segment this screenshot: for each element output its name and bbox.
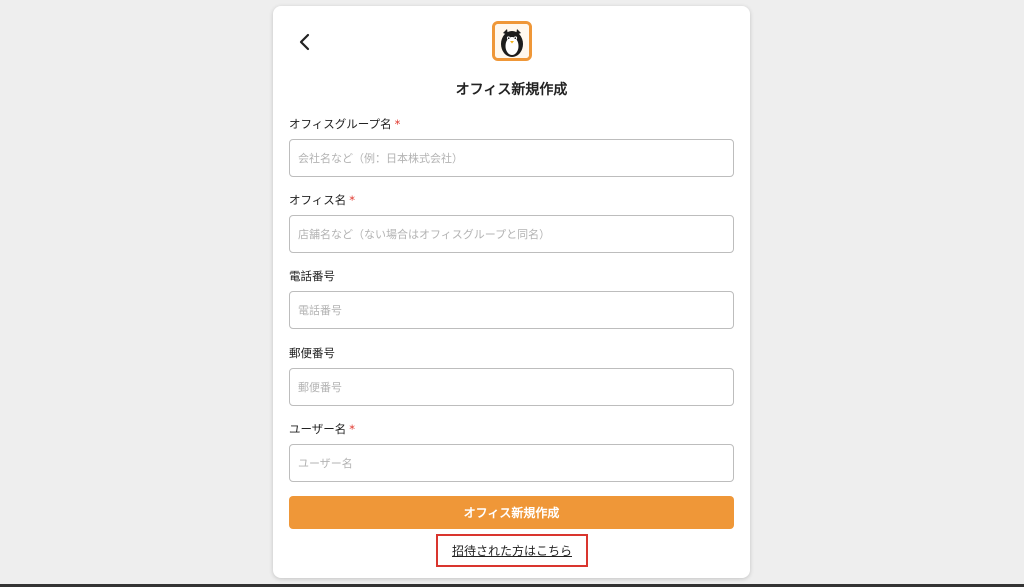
phone-number-label: 電話番号	[289, 268, 734, 284]
office-name-label: オフィス名 *	[289, 192, 734, 208]
user-name-label: ユーザー名 *	[289, 421, 734, 437]
user-name-input[interactable]	[289, 444, 734, 482]
office-group-name-field: オフィスグループ名 *	[289, 116, 734, 177]
required-mark: *	[394, 117, 401, 131]
postal-code-input[interactable]	[289, 368, 734, 406]
back-button[interactable]	[291, 28, 319, 56]
invited-user-link[interactable]: 招待された方はこちら	[452, 542, 572, 559]
user-name-field: ユーザー名 *	[289, 421, 734, 482]
postal-code-label-text: 郵便番号	[289, 346, 335, 360]
office-name-input[interactable]	[289, 215, 734, 253]
penguin-logo-icon	[492, 21, 532, 61]
chevron-left-icon	[299, 33, 310, 51]
office-group-name-input[interactable]	[289, 139, 734, 177]
required-mark: *	[349, 422, 356, 436]
page-title: オフィス新規作成	[455, 82, 568, 98]
required-mark: *	[349, 193, 356, 207]
phone-number-field: 電話番号	[289, 268, 734, 329]
postal-code-label: 郵便番号	[289, 345, 734, 361]
office-name-field: オフィス名 *	[289, 192, 734, 253]
signup-card: オフィス新規作成 オフィスグループ名* オフィス名* 電話番号 郵便番号 ユーザ…	[273, 6, 750, 578]
phone-number-label-text: 電話番号	[289, 269, 335, 283]
office-name-label-text: オフィス名	[289, 193, 347, 207]
user-name-label-text: ユーザー名	[289, 422, 347, 436]
invite-link-highlight: 招待された方はこちら	[436, 534, 588, 567]
phone-number-input[interactable]	[289, 291, 734, 329]
create-office-button[interactable]: オフィス新規作成	[289, 496, 734, 529]
office-group-name-label-text: オフィスグループ名	[289, 117, 392, 131]
office-group-name-label: オフィスグループ名 *	[289, 116, 734, 132]
postal-code-field: 郵便番号	[289, 345, 734, 406]
